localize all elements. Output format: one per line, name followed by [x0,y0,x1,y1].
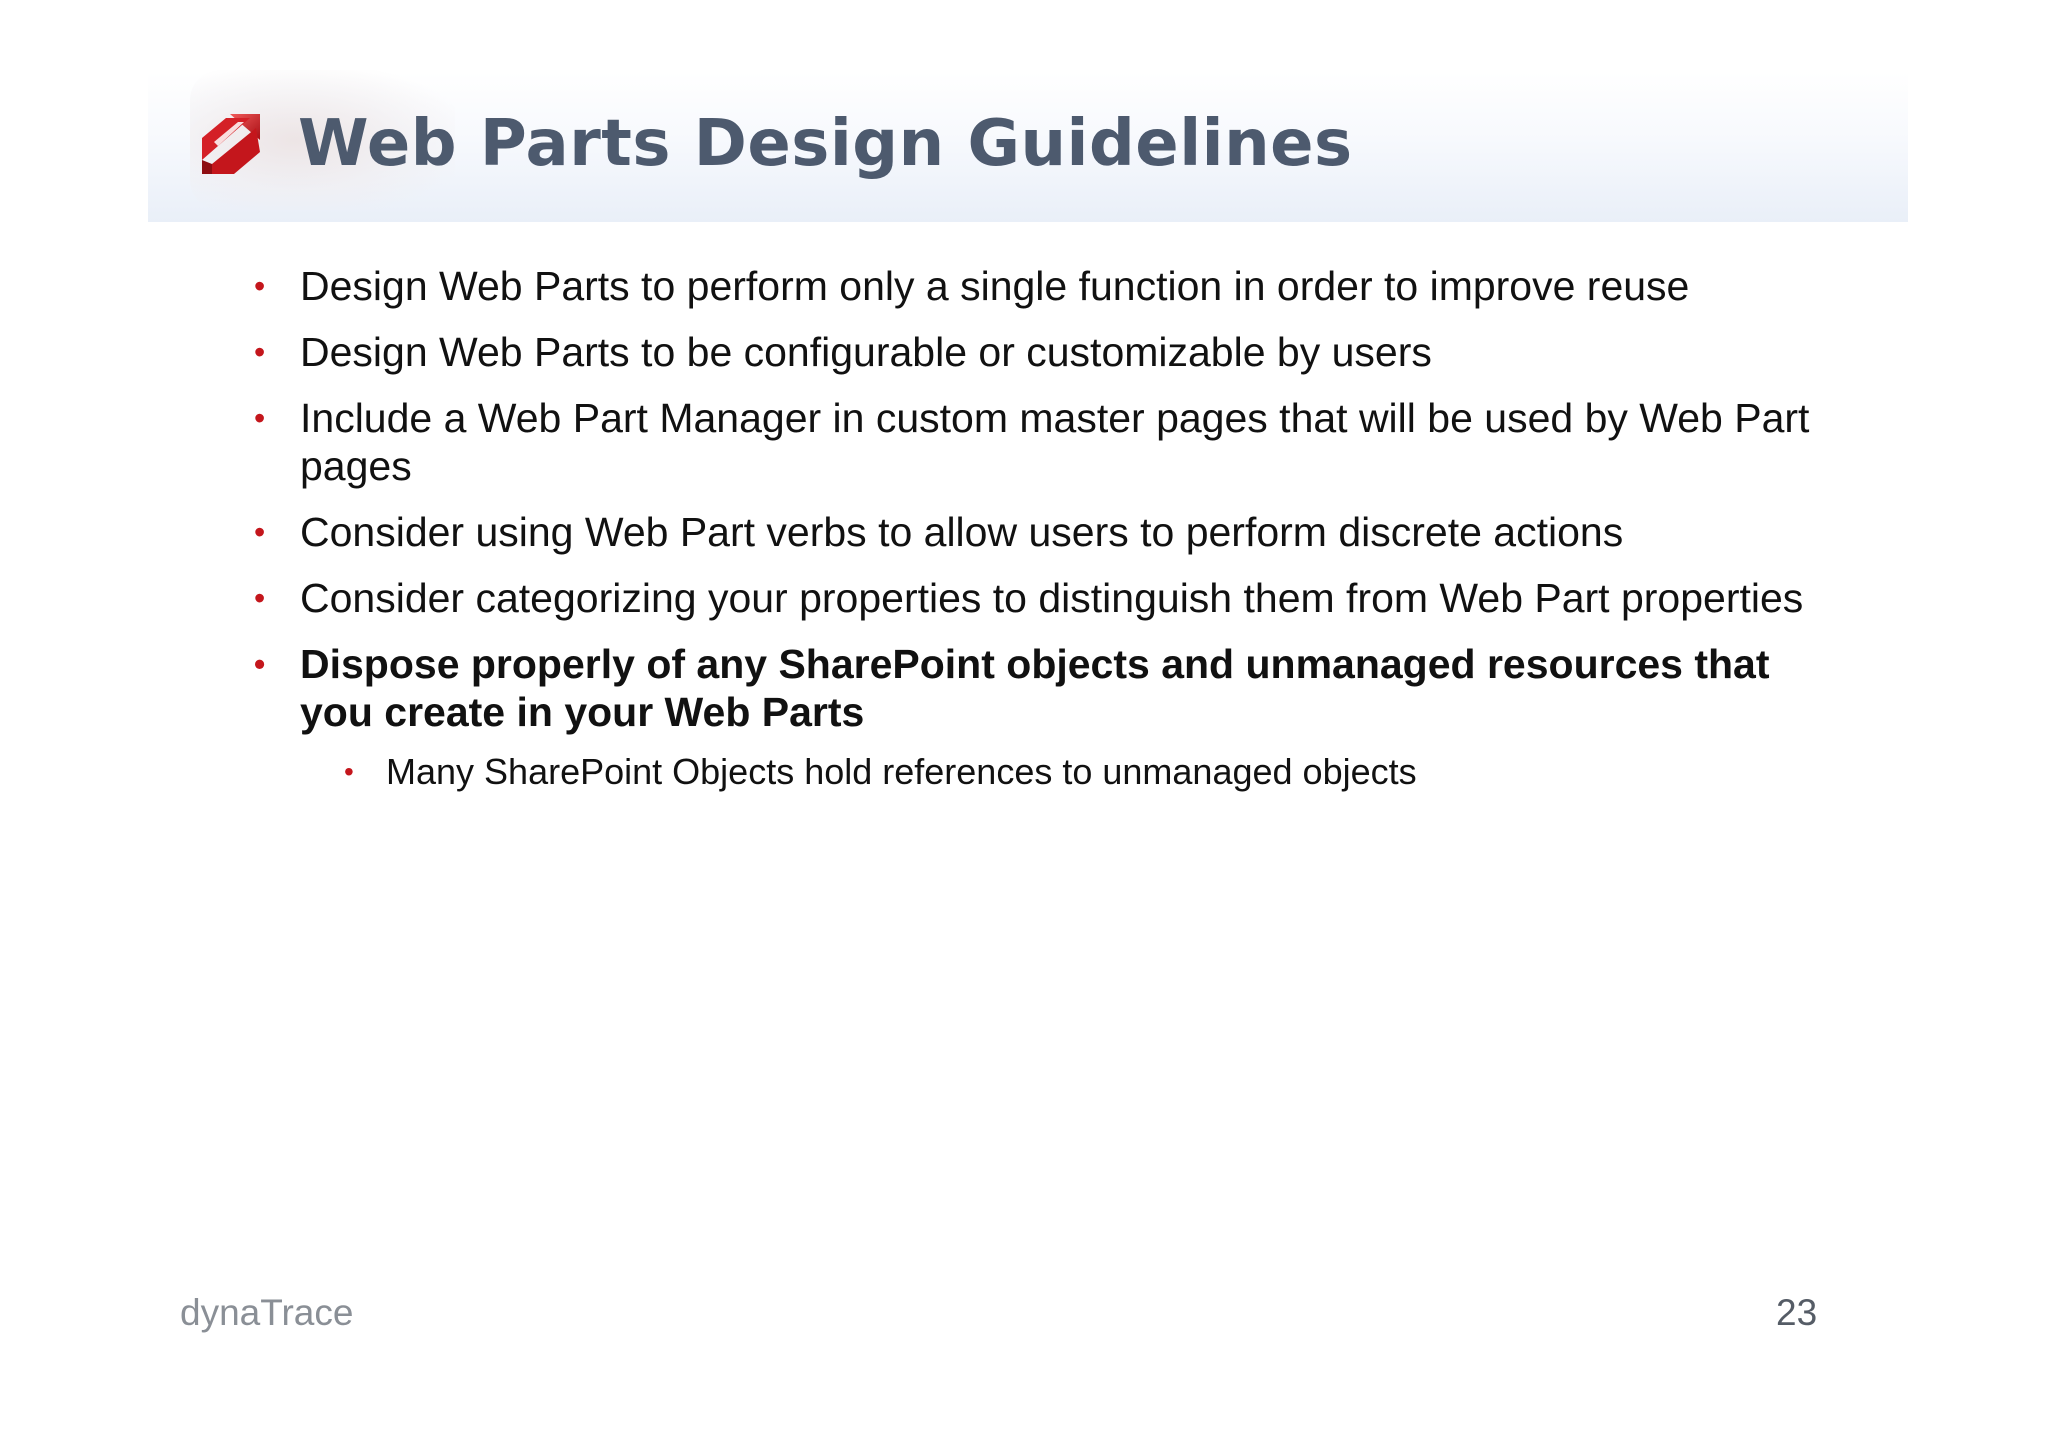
bullet-marker: • [254,334,266,370]
bullet-marker: • [254,580,266,616]
sub-bullet-text: Many SharePoint Objects hold references … [386,751,1417,792]
page-number: 23 [1776,1292,1818,1333]
sub-bullet-list: • Many SharePoint Objects hold reference… [300,750,1830,794]
bullet-marker: • [254,514,266,550]
bullet-marker: • [254,646,266,682]
bullet-text: Dispose properly of any SharePoint objec… [300,641,1770,735]
slide-title: Web Parts Design Guidelines [298,107,1353,181]
bullet-list: • Design Web Parts to perform only a sin… [250,262,1830,812]
dynatrace-logo-icon [202,114,260,174]
bullet-text: Design Web Parts to be configurable or c… [300,329,1432,375]
bullet-marker: • [254,400,266,436]
bullet-text: Consider categorizing your properties to… [300,575,1804,621]
slide: Web Parts Design Guidelines • Design Web… [0,0,2048,1447]
sub-bullet-item: • Many SharePoint Objects hold reference… [340,750,1830,794]
bullet-item: • Design Web Parts to be configurable or… [250,328,1830,376]
bullet-text: Design Web Parts to perform only a singl… [300,263,1690,309]
footer-brand: dynaTrace [180,1292,354,1333]
bullet-item: • Consider using Web Part verbs to allow… [250,508,1830,556]
bullet-item: • Consider categorizing your properties … [250,574,1830,622]
bullet-item-emphasized: • Dispose properly of any SharePoint obj… [250,640,1830,794]
bullet-marker: • [254,268,266,304]
bullet-text: Consider using Web Part verbs to allow u… [300,509,1624,555]
bullet-item: • Include a Web Part Manager in custom m… [250,394,1830,490]
bullet-item: • Design Web Parts to perform only a sin… [250,262,1830,310]
sub-bullet-marker: • [344,756,354,787]
bullet-text: Include a Web Part Manager in custom mas… [300,395,1810,489]
